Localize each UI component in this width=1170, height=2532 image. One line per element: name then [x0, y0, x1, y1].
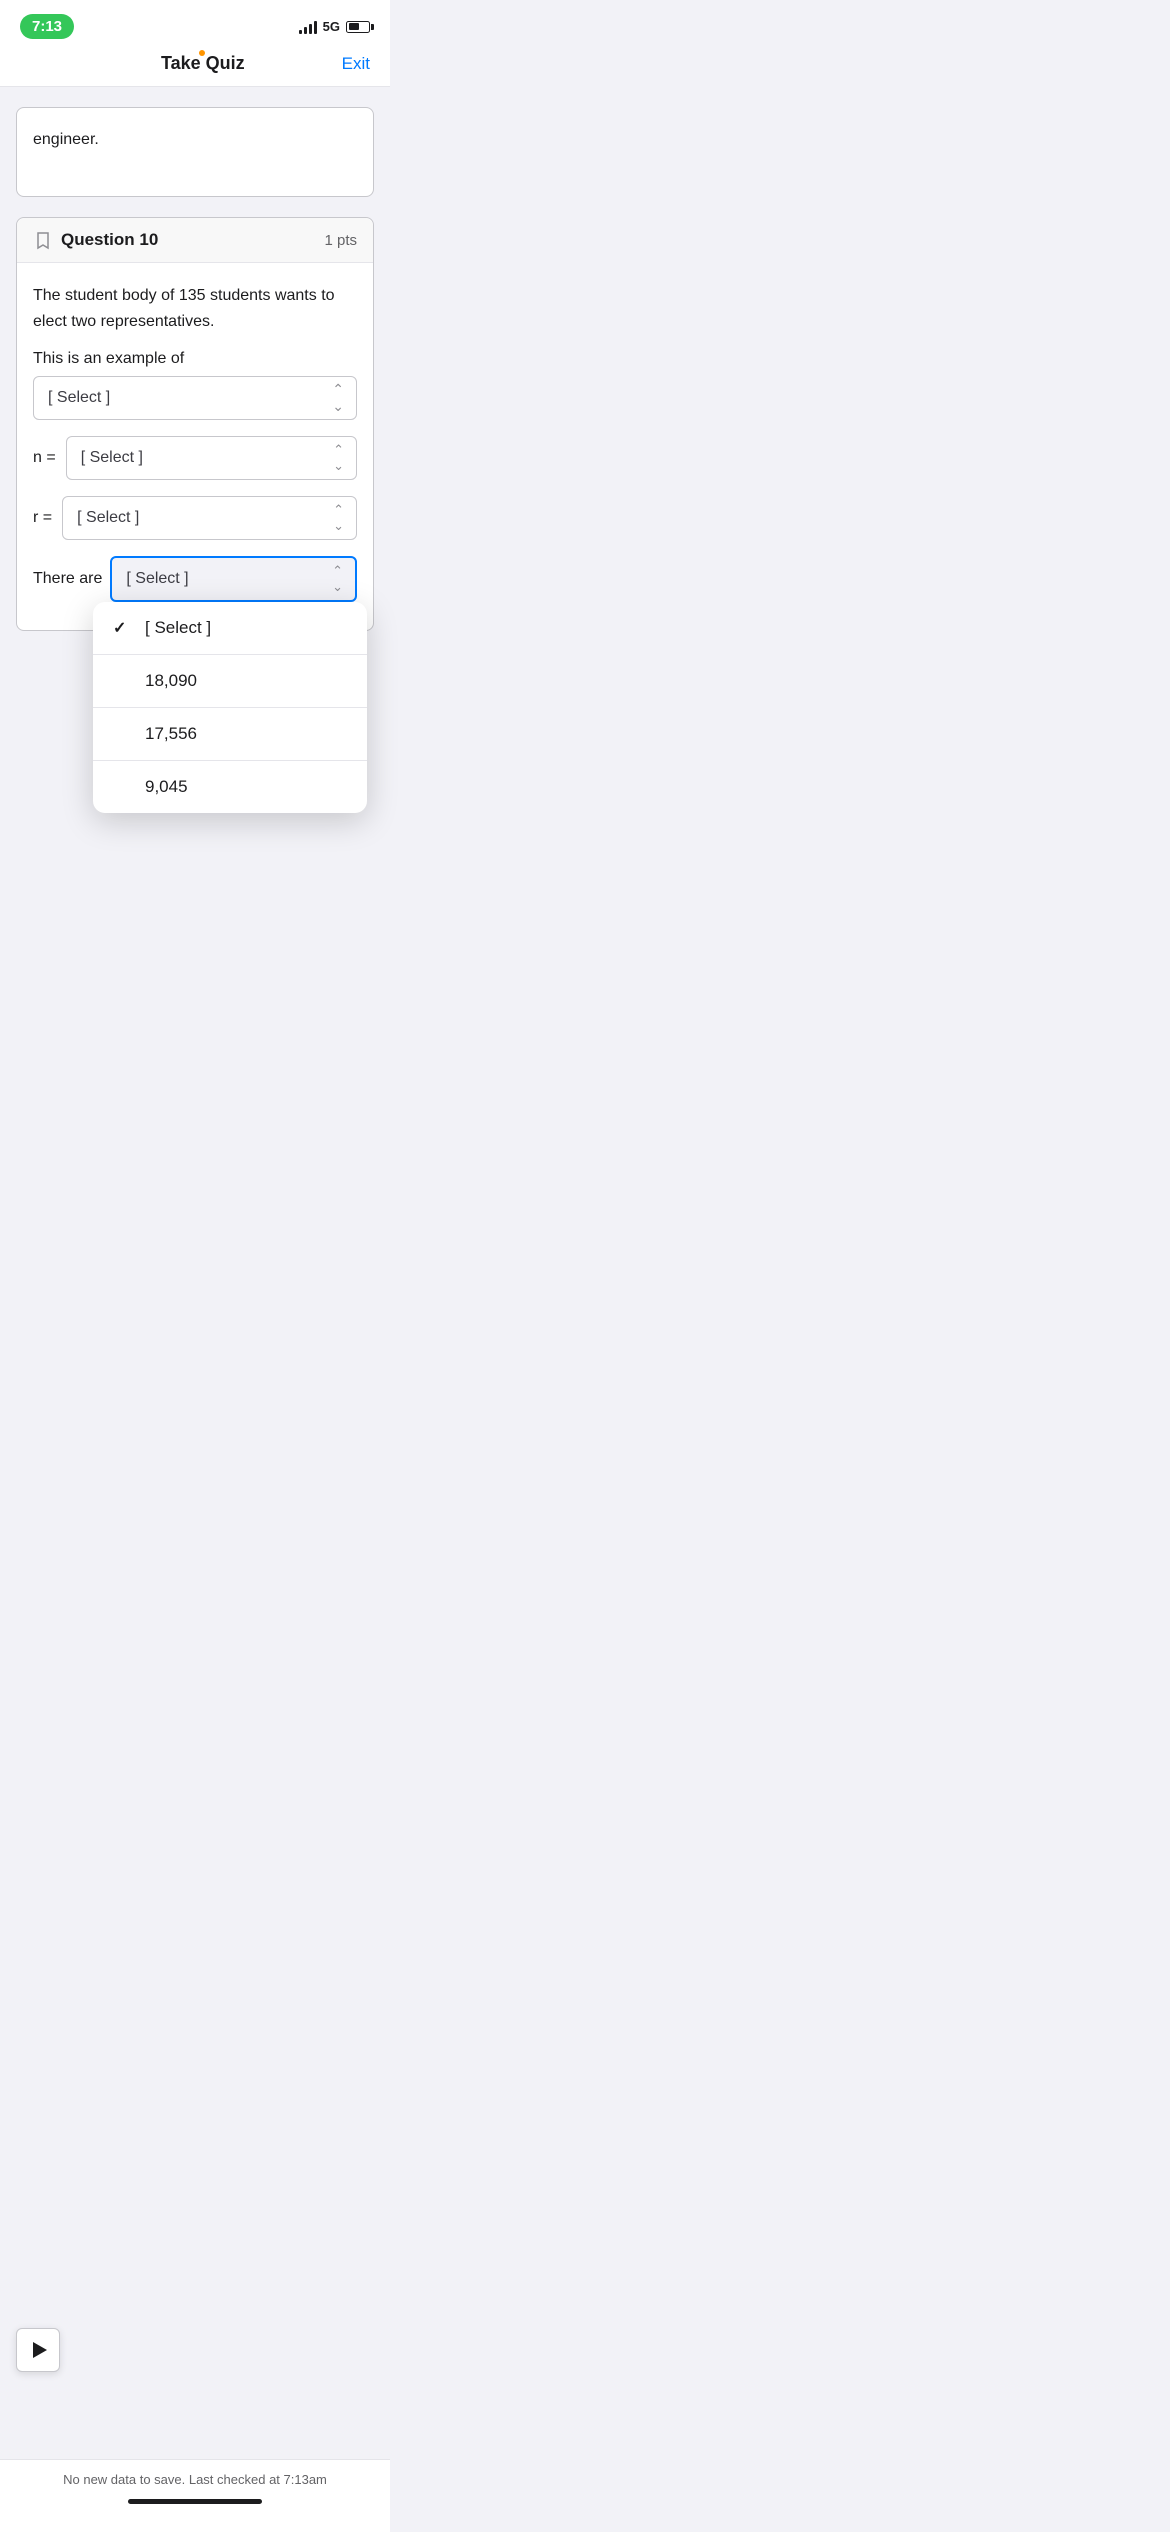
r-row: r = [ Select ] ⌃⌄ [33, 496, 357, 540]
there-are-select[interactable]: [ Select ] ⌃⌄ [110, 556, 357, 602]
status-bar: 7:13 5G [0, 0, 390, 45]
chevron-updown-icon-thereare: ⌃⌄ [332, 563, 343, 595]
question-header-left: Question 10 [33, 230, 158, 250]
bottom-bar: No new data to save. Last checked at 7:1… [0, 2459, 390, 2532]
dropdown-option-label-0: [ Select ] [145, 618, 211, 638]
play-button[interactable] [16, 2328, 60, 2372]
chevron-updown-icon-r: ⌃⌄ [333, 502, 344, 534]
checkmark-icon: ✓ [113, 618, 133, 638]
example-select[interactable]: [ Select ] ⌃⌄ [33, 376, 357, 420]
home-indicator [128, 2499, 262, 2504]
dropdown-menu: ✓ [ Select ] 18,090 17,556 9,045 [93, 602, 367, 813]
example-label: This is an example of [33, 350, 357, 368]
dropdown-option-label-1: 18,090 [145, 671, 197, 691]
dropdown-option-17556[interactable]: 17,556 [93, 708, 367, 761]
r-select-value: [ Select ] [77, 509, 139, 527]
page-title: Take Quiz [161, 53, 245, 74]
bookmark-icon [33, 230, 53, 250]
r-label: r = [33, 509, 52, 527]
nav-bar: Take Quiz Exit [0, 45, 390, 87]
r-select[interactable]: [ Select ] ⌃⌄ [62, 496, 357, 540]
dropdown-option-18090[interactable]: 18,090 [93, 655, 367, 708]
n-select[interactable]: [ Select ] ⌃⌄ [66, 436, 357, 480]
example-select-value: [ Select ] [48, 389, 110, 407]
question-title: Question 10 [61, 230, 158, 250]
network-label: 5G [323, 19, 340, 34]
dropdown-option-label-2: 17,556 [145, 724, 197, 744]
prev-card-text: engineer. [33, 128, 357, 152]
question-body: The student body of 135 students wants t… [17, 263, 373, 630]
there-are-label: There are [33, 570, 102, 588]
notification-dot [199, 50, 205, 56]
dropdown-option-label-3: 9,045 [145, 777, 188, 797]
example-select-wrapper: [ Select ] ⌃⌄ [33, 376, 357, 420]
question-card: Question 10 1 pts The student body of 13… [16, 217, 374, 631]
battery-fill [349, 23, 359, 30]
status-time: 7:13 [20, 14, 74, 39]
play-icon [33, 2342, 47, 2358]
battery-icon [346, 21, 370, 33]
main-content: engineer. Question 10 1 pts The student … [0, 107, 390, 631]
signal-bars-icon [299, 20, 317, 34]
question-points: 1 pts [324, 232, 357, 249]
there-are-select-value: [ Select ] [126, 570, 188, 588]
there-are-row: There are [ Select ] ⌃⌄ [33, 556, 357, 602]
status-right: 5G [299, 19, 370, 34]
chevron-updown-icon-n: ⌃⌄ [333, 442, 344, 474]
dropdown-option-select[interactable]: ✓ [ Select ] [93, 602, 367, 655]
question-header: Question 10 1 pts [17, 218, 373, 263]
there-are-section: There are [ Select ] ⌃⌄ ✓ [ Select ] 18,… [33, 556, 357, 602]
dropdown-option-9045[interactable]: 9,045 [93, 761, 367, 813]
n-select-value: [ Select ] [81, 449, 143, 467]
exit-button[interactable]: Exit [342, 54, 370, 74]
question-body-text: The student body of 135 students wants t… [33, 283, 357, 334]
bottom-bar-text: No new data to save. Last checked at 7:1… [16, 2472, 374, 2487]
chevron-down-icon: ⌃⌄ [332, 381, 344, 415]
prev-question-card: engineer. [16, 107, 374, 197]
n-row: n = [ Select ] ⌃⌄ [33, 436, 357, 480]
n-label: n = [33, 449, 56, 467]
